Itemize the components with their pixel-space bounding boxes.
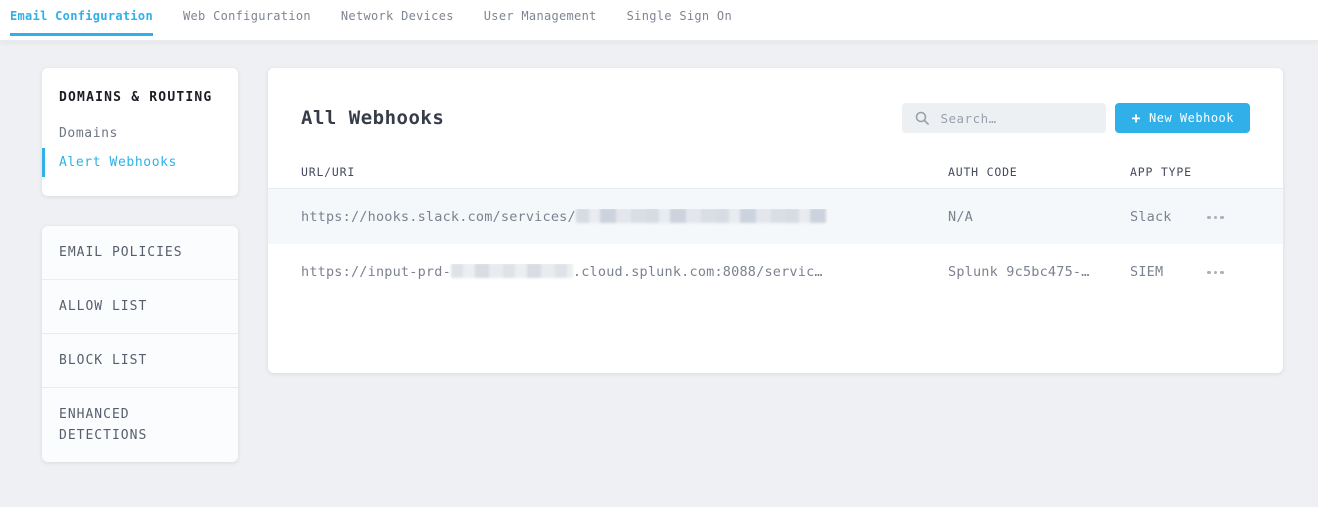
tab-network-devices[interactable]: Network Devices (341, 0, 454, 40)
app-type-cell: Slack (1130, 209, 1207, 225)
tab-label: Single Sign On (627, 9, 732, 23)
tab-web-configuration[interactable]: Web Configuration (183, 0, 311, 40)
new-webhook-button-label: New Webhook (1149, 111, 1234, 125)
page-title: All Webhooks (301, 107, 444, 129)
column-header-url: URL/URI (301, 165, 948, 179)
sidebar-item-label: EMAIL POLICIES (59, 245, 183, 260)
webhook-url-cell: https://input-prd- .cloud.splunk.com:8088… (301, 264, 948, 280)
tab-user-management[interactable]: User Management (484, 0, 597, 40)
sidebar-item-domains[interactable]: Domains (42, 119, 238, 148)
plus-icon: + (1131, 111, 1141, 126)
email-sections-card: EMAIL POLICIES ALLOW LIST BLOCK LIST ENH… (42, 226, 238, 462)
redacted-url-segment (576, 209, 826, 224)
table-row: https://input-prd- .cloud.splunk.com:8088… (268, 244, 1283, 299)
search-box (902, 103, 1106, 133)
table-header-row: URL/URI AUTH CODE APP TYPE (268, 133, 1283, 189)
domains-routing-card: DOMAINS & ROUTING Domains Alert Webhooks (42, 68, 238, 196)
webhook-url-prefix: https://hooks.slack.com/services/ (301, 209, 576, 225)
app-type-cell: SIEM (1130, 264, 1207, 280)
sidebar-item-label: BLOCK LIST (59, 353, 147, 368)
table-row: https://hooks.slack.com/services/ N/A Sl… (268, 189, 1283, 244)
tab-email-configuration[interactable]: Email Configuration (10, 0, 153, 40)
column-header-auth-code: AUTH CODE (948, 165, 1130, 179)
sidebar-item-label: ALLOW LIST (59, 299, 147, 314)
column-header-actions (1207, 165, 1250, 179)
domains-routing-title: DOMAINS & ROUTING (42, 90, 238, 105)
sidebar-item-label: Alert Webhooks (59, 155, 177, 170)
tab-label: Web Configuration (183, 9, 311, 23)
new-webhook-button[interactable]: + New Webhook (1115, 103, 1250, 133)
tab-label: User Management (484, 9, 597, 23)
sidebar-item-block-list[interactable]: BLOCK LIST (42, 334, 238, 388)
auth-code-cell: N/A (948, 209, 1130, 225)
tab-single-sign-on[interactable]: Single Sign On (627, 0, 732, 40)
webhooks-panel: All Webhooks + New Webhook URL/URI AUTH … (268, 68, 1283, 373)
webhook-url-cell: https://hooks.slack.com/services/ (301, 209, 948, 225)
webhooks-panel-header: All Webhooks + New Webhook (268, 68, 1283, 133)
sidebar-item-label: ENHANCED DETECTIONS (59, 407, 147, 443)
sidebar-item-label: Domains (59, 126, 118, 141)
column-header-app-type: APP TYPE (1130, 165, 1207, 179)
redacted-url-segment (451, 264, 573, 279)
tab-label: Network Devices (341, 9, 454, 23)
tab-label: Email Configuration (10, 9, 153, 23)
webhook-url-suffix: .cloud.splunk.com:8088/servic… (573, 264, 823, 280)
webhook-url-prefix: https://input-prd- (301, 264, 451, 280)
header-actions: + New Webhook (902, 103, 1250, 133)
sidebar-item-email-policies[interactable]: EMAIL POLICIES (42, 226, 238, 280)
more-options-icon[interactable] (1207, 207, 1227, 227)
auth-code-cell: Splunk 9c5bc475-… (948, 264, 1130, 280)
sidebar-item-allow-list[interactable]: ALLOW LIST (42, 280, 238, 334)
sidebar-item-alert-webhooks[interactable]: Alert Webhooks (42, 148, 238, 177)
top-nav: Email Configuration Web Configuration Ne… (0, 0, 1318, 40)
search-input[interactable] (902, 103, 1106, 133)
sidebar-item-enhanced-detections[interactable]: ENHANCED DETECTIONS (42, 388, 238, 462)
more-options-icon[interactable] (1207, 262, 1227, 282)
